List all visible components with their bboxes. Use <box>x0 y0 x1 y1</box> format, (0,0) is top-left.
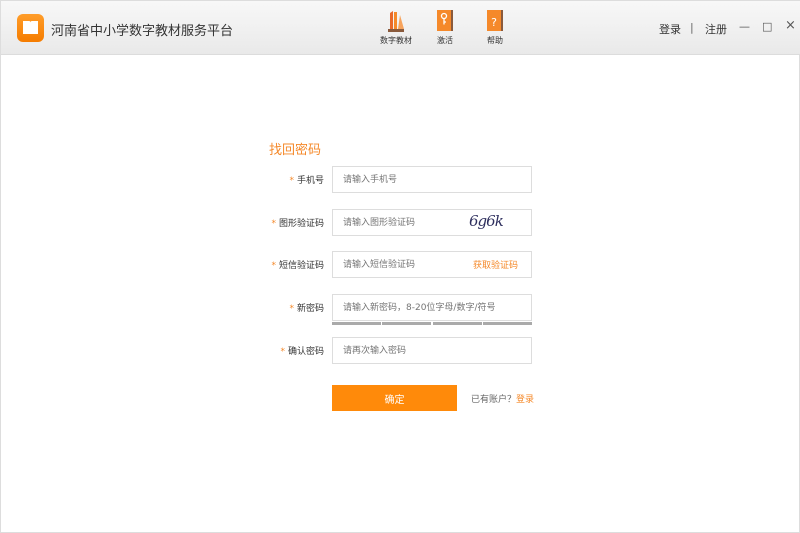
required-mark: * <box>271 261 276 271</box>
new-password-input[interactable] <box>332 294 532 321</box>
header-separator: | <box>690 21 694 34</box>
confirm-button[interactable]: 确定 <box>332 385 457 411</box>
nav-help[interactable]: ? 帮助 <box>470 9 520 46</box>
captcha-label: * 图形验证码 <box>271 216 324 229</box>
phone-label: * 手机号 <box>289 173 324 186</box>
nav-label: 帮助 <box>487 36 503 45</box>
phone-input[interactable] <box>332 166 532 193</box>
confirm-password-input[interactable] <box>332 337 532 364</box>
has-account-label: 已有账户？ <box>471 395 517 405</box>
nav-label: 数字教材 <box>380 36 412 45</box>
nav-digital-textbooks[interactable]: 数字教材 <box>371 9 421 46</box>
header-register-link[interactable]: 注册 <box>705 21 727 37</box>
required-mark: * <box>289 304 294 314</box>
label-text: 确认密码 <box>287 347 324 357</box>
password-strength-bar <box>332 322 381 325</box>
app-title: 河南省中小学数字教材服务平台 <box>51 24 234 39</box>
confirm-password-label: * 确认密码 <box>280 344 324 357</box>
maximize-button[interactable]: □ <box>762 20 772 33</box>
minimize-button[interactable]: — <box>739 20 750 33</box>
get-sms-code-button[interactable]: 获取验证码 <box>473 258 518 271</box>
password-strength-bar <box>483 322 532 325</box>
new-password-row: * 新密码 <box>1 294 800 321</box>
captcha-row: *图形验证码 6g6k <box>1 209 800 236</box>
login-link[interactable]: 登录 <box>516 395 534 405</box>
label-text: 新密码 <box>296 304 324 314</box>
has-account-text: 已有账户？登录 <box>471 392 534 405</box>
nav-label: 激活 <box>437 36 453 45</box>
label-text: 短信验证码 <box>278 261 324 271</box>
confirm-password-row: * 确认密码 <box>1 337 800 364</box>
book-icon <box>23 21 38 34</box>
required-mark: * <box>289 176 294 186</box>
help-book-icon: ? <box>487 10 503 31</box>
password-strength-bar <box>433 322 482 325</box>
captcha-image[interactable]: 6g6k <box>469 212 504 230</box>
app-logo <box>17 14 44 42</box>
sms-row: *短信验证码 获取验证码 <box>1 251 800 278</box>
password-strength-bar <box>382 322 431 325</box>
new-password-label: * 新密码 <box>289 301 324 314</box>
phone-row: * 手机号 <box>1 166 800 193</box>
sms-label: * 短信验证码 <box>271 258 324 271</box>
books-icon <box>388 11 404 32</box>
key-book-icon <box>437 10 453 31</box>
nav-activate[interactable]: 激活 <box>420 9 470 46</box>
required-mark: * <box>280 347 285 357</box>
required-mark: * <box>271 219 276 229</box>
svg-text:?: ? <box>491 16 497 29</box>
label-text: 图形验证码 <box>278 219 324 229</box>
label-text: 手机号 <box>296 176 324 186</box>
close-button[interactable]: × <box>785 18 796 33</box>
title-bar: 河南省中小学数字教材服务平台 数字教材 激活 ? 帮助 登录 | 注册 — □ … <box>1 1 800 55</box>
header-login-link[interactable]: 登录 <box>659 21 681 37</box>
page-title: 找回密码 <box>269 143 322 158</box>
